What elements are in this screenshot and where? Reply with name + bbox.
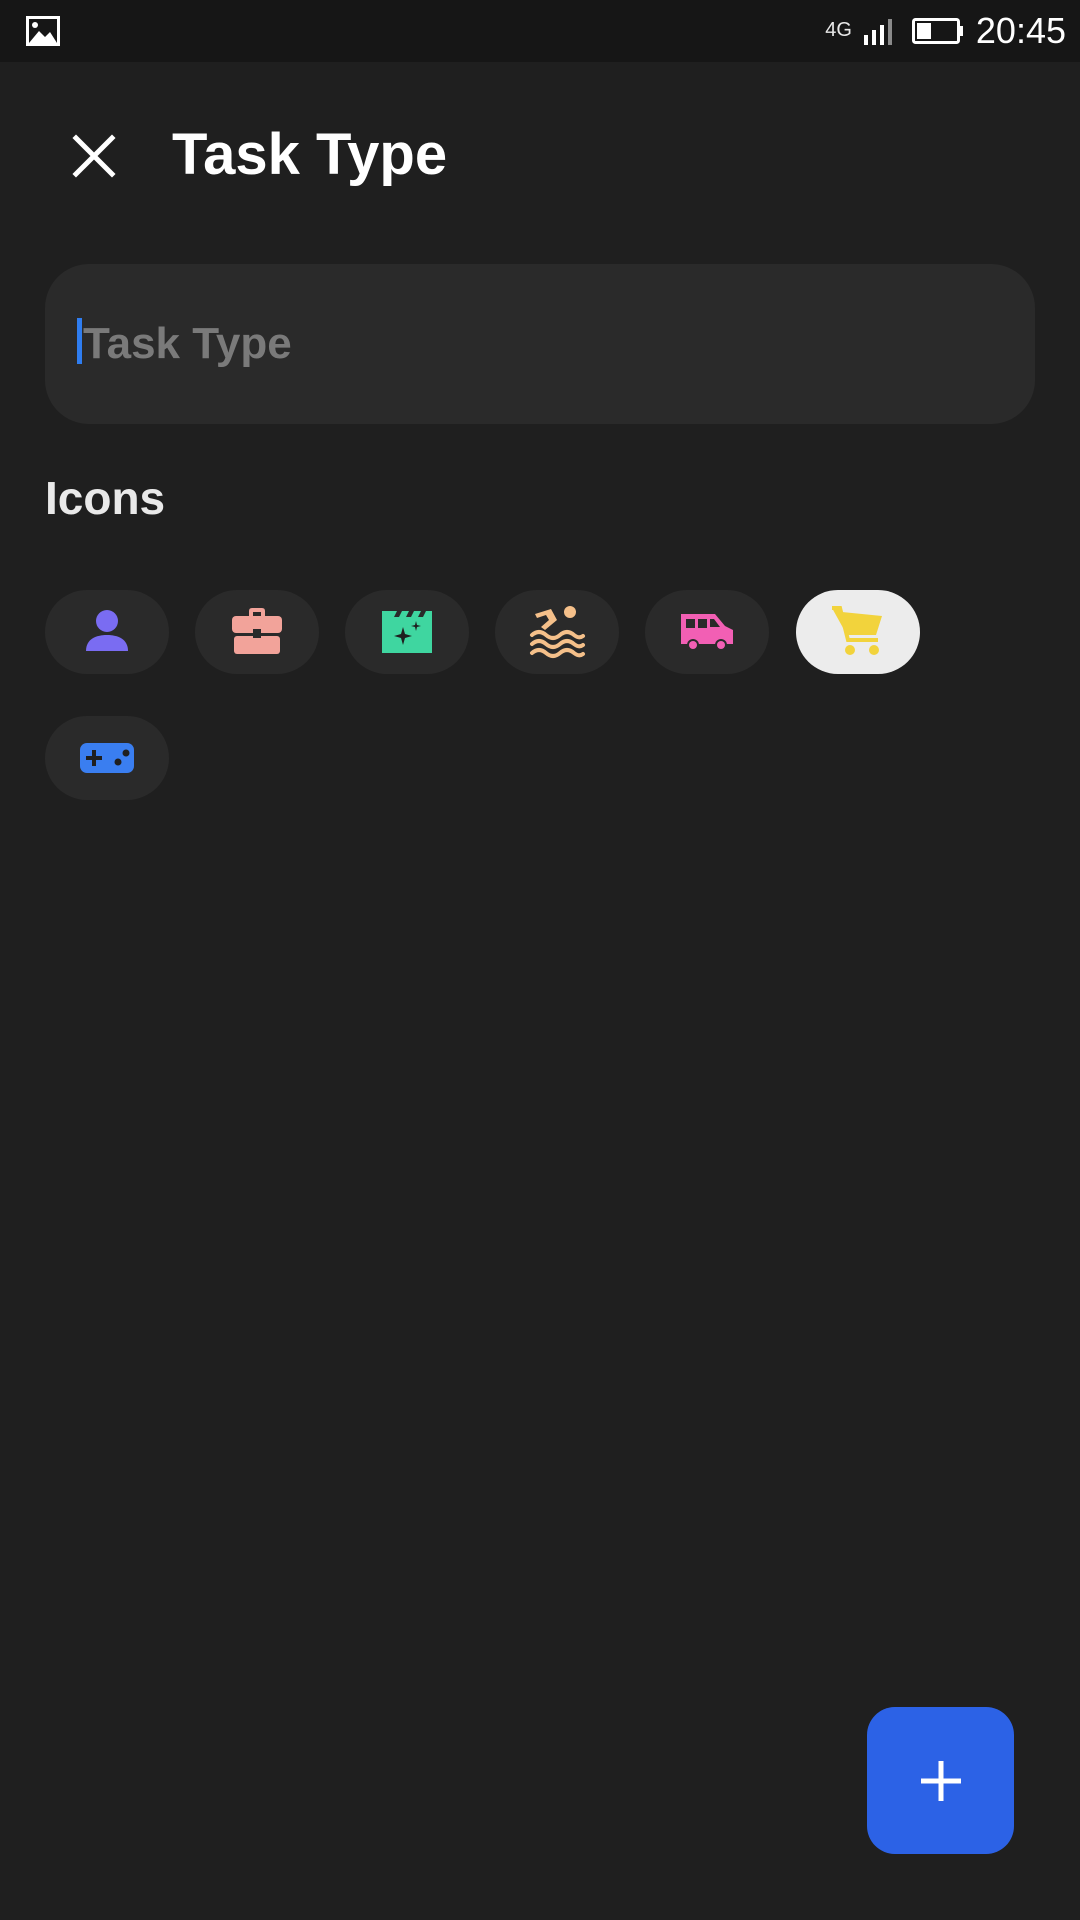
swimming-icon: [530, 606, 585, 658]
status-bar: 4G 20:45: [0, 0, 1080, 62]
icon-option-swimming[interactable]: [495, 590, 619, 674]
text-cursor: [77, 318, 82, 364]
close-icon: [72, 134, 116, 178]
status-right: 4G 20:45: [825, 0, 1066, 62]
signal-icon: [863, 19, 892, 45]
page-title: Task Type: [172, 122, 448, 187]
gamepad-icon: [80, 743, 134, 773]
icon-option-shopping-cart[interactable]: [796, 590, 920, 674]
status-time: 20:45: [975, 10, 1066, 51]
icon-option-briefcase[interactable]: [195, 590, 319, 674]
van-icon: [681, 614, 733, 651]
briefcase-icon: [232, 608, 282, 654]
task-type-input[interactable]: [77, 264, 1003, 424]
task-type-screen: 4G 20:45 Task Type Icons: [0, 0, 1080, 1920]
icon-option-van[interactable]: [645, 590, 769, 674]
add-button[interactable]: [867, 1707, 1014, 1854]
close-button[interactable]: [62, 124, 126, 188]
icon-option-gamepad[interactable]: [45, 716, 169, 800]
network-type: 4G: [825, 18, 852, 41]
shopping-cart-icon: [832, 606, 882, 655]
icon-option-movie[interactable]: [345, 590, 469, 674]
person-icon: [86, 610, 128, 651]
icon-option-person[interactable]: [45, 590, 169, 674]
task-type-field[interactable]: [45, 264, 1035, 424]
icons-section-label: Icons: [45, 472, 166, 524]
plus-icon: [920, 1760, 961, 1801]
movie-clapper-icon: [382, 611, 432, 653]
battery-icon: [911, 18, 963, 44]
gallery-icon: [26, 16, 60, 46]
